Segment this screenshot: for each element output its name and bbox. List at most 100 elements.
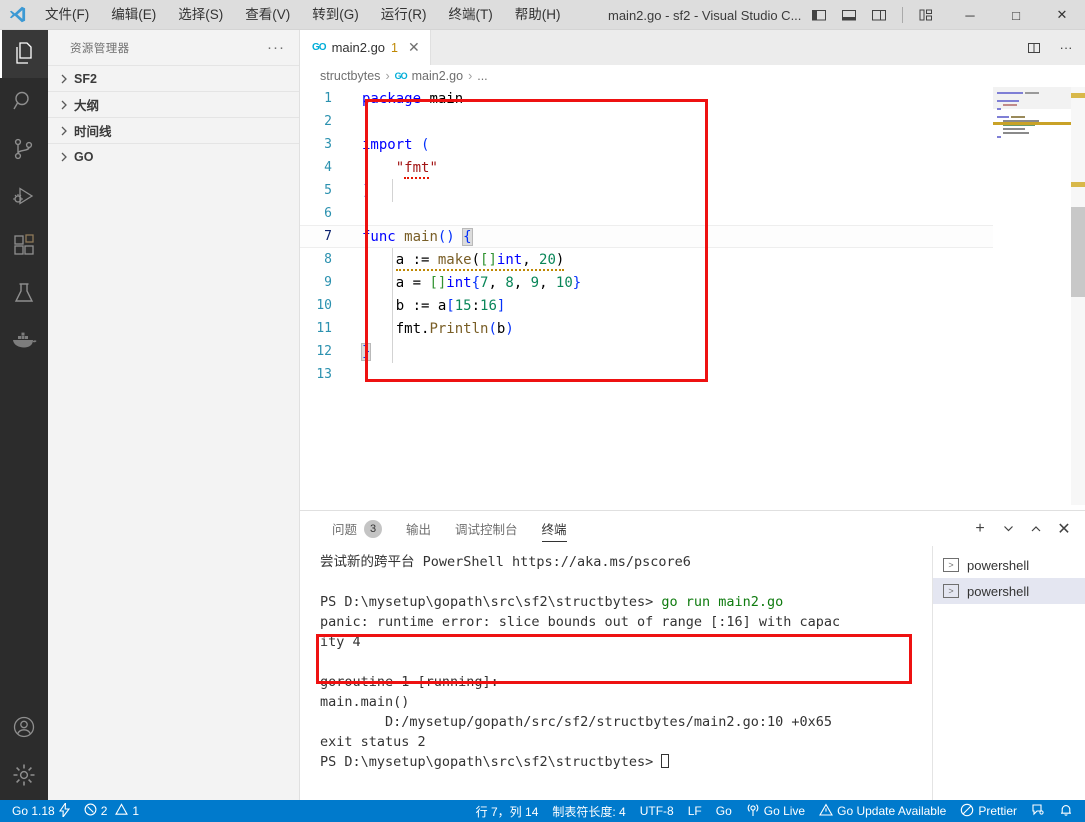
toggle-secondary-sidebar-icon[interactable] [866, 2, 892, 28]
line-number: 12 [316, 344, 332, 359]
menu-go[interactable]: 转到(G) [301, 0, 370, 30]
statusbar-go-version[interactable]: Go 1.18 [0, 800, 77, 822]
statusbar-problems[interactable]: 2 1 [77, 800, 146, 822]
minimize-button[interactable]: ─ [947, 0, 993, 30]
line-number: 2 [324, 114, 332, 129]
breadcrumb-folder[interactable]: structbytes [320, 69, 380, 83]
tab-main2-go[interactable]: GO main2.go 1 ✕ [300, 30, 431, 65]
statusbar-notifications[interactable] [1052, 800, 1085, 822]
tab-problems[interactable]: 问题 3 [320, 511, 394, 546]
menu-view[interactable]: 查看(V) [234, 0, 301, 30]
chevron-right-icon [56, 71, 72, 87]
code-editor[interactable]: 1 package main 2 3 import ( 4 "fmt" 5) … [300, 87, 1085, 505]
statusbar-indentation[interactable]: 制表符长度: 4 [545, 800, 632, 822]
go-version-label: Go 1.18 [12, 804, 55, 818]
activitybar-item-accounts[interactable] [0, 704, 48, 752]
activitybar-item-explorer[interactable] [0, 30, 48, 78]
account-icon [12, 715, 36, 742]
code-line-11: 11 fmt.Println(b) [300, 317, 1085, 340]
statusbar-go-live[interactable]: Go Live [739, 800, 812, 822]
split-editor-right-icon[interactable] [1021, 35, 1047, 61]
tab-terminal[interactable]: 终端 [530, 511, 579, 546]
terminal-line-cursor: PS D:\mysetup\gopath\src\sf2\structbytes… [320, 752, 932, 772]
sidebar-section-label: 大纲 [74, 99, 100, 113]
activitybar-item-extensions[interactable] [0, 222, 48, 270]
line-content: ) [362, 182, 371, 199]
editor-scrollbar[interactable] [1071, 87, 1085, 505]
toggle-primary-sidebar-icon[interactable] [806, 2, 832, 28]
terminal-line: goroutine 1 [running]: [320, 674, 499, 690]
statusbar-go-update[interactable]: Go Update Available [812, 800, 953, 822]
line-content: func main() { [362, 227, 473, 246]
close-panel-button[interactable]: ✕ [1051, 516, 1077, 542]
minimap-line [1011, 116, 1025, 118]
close-button[interactable]: ✕ [1039, 0, 1085, 30]
files-icon [12, 41, 36, 68]
terminal-output[interactable]: 尝试新的跨平台 PowerShell https://aka.ms/pscore… [300, 546, 932, 801]
activitybar-item-run-debug[interactable] [0, 174, 48, 222]
editor-scrollbar-thumb[interactable] [1071, 207, 1085, 297]
activitybar-item-search[interactable] [0, 78, 48, 126]
more-editor-actions-icon[interactable]: ··· [1053, 35, 1079, 61]
sidebar-section-sf2[interactable]: SF2 [48, 65, 299, 91]
menu-terminal[interactable]: 终端(T) [438, 0, 504, 30]
sidebar-section-outline[interactable]: 大纲 [48, 91, 299, 117]
minimap[interactable] [993, 87, 1071, 505]
line-content: import ( [362, 136, 430, 153]
search-icon [12, 89, 36, 116]
code-line-2: 2 [300, 110, 1085, 133]
toggle-panel-icon[interactable] [836, 2, 862, 28]
window-title: main2.go - sf2 - Visual Studio C... [608, 8, 802, 23]
chevron-right-icon [56, 149, 72, 165]
minimap-line [997, 116, 1009, 118]
go-update-label: Go Update Available [837, 804, 947, 818]
menu-run[interactable]: 运行(R) [370, 0, 438, 30]
line-number: 5 [324, 183, 332, 198]
activitybar-item-source-control[interactable] [0, 126, 48, 174]
panel-tab-bar: 问题 3 输出 调试控制台 终端 + ✕ [300, 511, 1085, 546]
activitybar-item-docker[interactable] [0, 318, 48, 366]
maximize-button[interactable]: □ [993, 0, 1039, 30]
sidebar-section-go[interactable]: GO [48, 143, 299, 169]
sidebar-more-actions-icon[interactable]: ··· [267, 40, 285, 55]
code-lines: 1 package main 2 3 import ( 4 "fmt" 5) … [300, 87, 1085, 386]
new-terminal-button[interactable]: + [967, 516, 993, 542]
statusbar-feedback[interactable] [1024, 800, 1052, 822]
error-count: 2 [100, 804, 108, 818]
activitybar-item-settings[interactable] [0, 752, 48, 800]
warning-triangle-icon [819, 802, 834, 820]
menu-help[interactable]: 帮助(H) [504, 0, 572, 30]
line-content: "fmt" [354, 159, 438, 179]
tab-output[interactable]: 输出 [394, 511, 443, 546]
menu-selection[interactable]: 选择(S) [167, 0, 234, 30]
menu-file[interactable]: 文件(F) [34, 0, 100, 30]
statusbar-prettier[interactable]: Prettier [953, 800, 1024, 822]
sidebar-section-timeline[interactable]: 时间线 [48, 117, 299, 143]
maximize-panel-button[interactable] [1023, 516, 1049, 542]
beaker-icon [12, 281, 36, 308]
minimap-line [1003, 128, 1025, 130]
statusbar-eol[interactable]: LF [681, 800, 709, 822]
terminal-list-item[interactable]: > powershell [933, 578, 1085, 604]
tab-close-icon[interactable]: ✕ [408, 39, 420, 56]
menu-edit[interactable]: 编辑(E) [100, 0, 167, 30]
breadcrumb-symbol[interactable]: ... [477, 69, 487, 83]
editor-tab-actions: ··· [1021, 30, 1079, 65]
bottom-panel: 问题 3 输出 调试控制台 终端 + ✕ 尝试新的跨平台 PowerShell … [300, 510, 1085, 801]
explorer-sidebar: 资源管理器 ··· SF2 大纲 时间线 GO [48, 30, 300, 800]
statusbar-encoding[interactable]: UTF-8 [633, 800, 681, 822]
line-number: 4 [324, 160, 332, 175]
statusbar-language-mode[interactable]: Go [709, 800, 739, 822]
line-content: b := a[15:16] [362, 297, 506, 314]
minimap-line [997, 92, 1023, 94]
panel-tab-label: 终端 [541, 523, 567, 537]
activitybar-item-testing[interactable] [0, 270, 48, 318]
customize-layout-icon[interactable] [913, 2, 939, 28]
line-number: 8 [324, 252, 332, 267]
sidebar-section-label: 时间线 [74, 125, 112, 139]
breadcrumb-file[interactable]: main2.go [412, 69, 463, 83]
tab-debug-console[interactable]: 调试控制台 [443, 511, 530, 546]
terminal-dropdown-button[interactable] [995, 516, 1021, 542]
terminal-list-item[interactable]: > powershell [933, 552, 1085, 578]
statusbar-cursor-position[interactable]: 行 7，列 14 [469, 800, 546, 822]
